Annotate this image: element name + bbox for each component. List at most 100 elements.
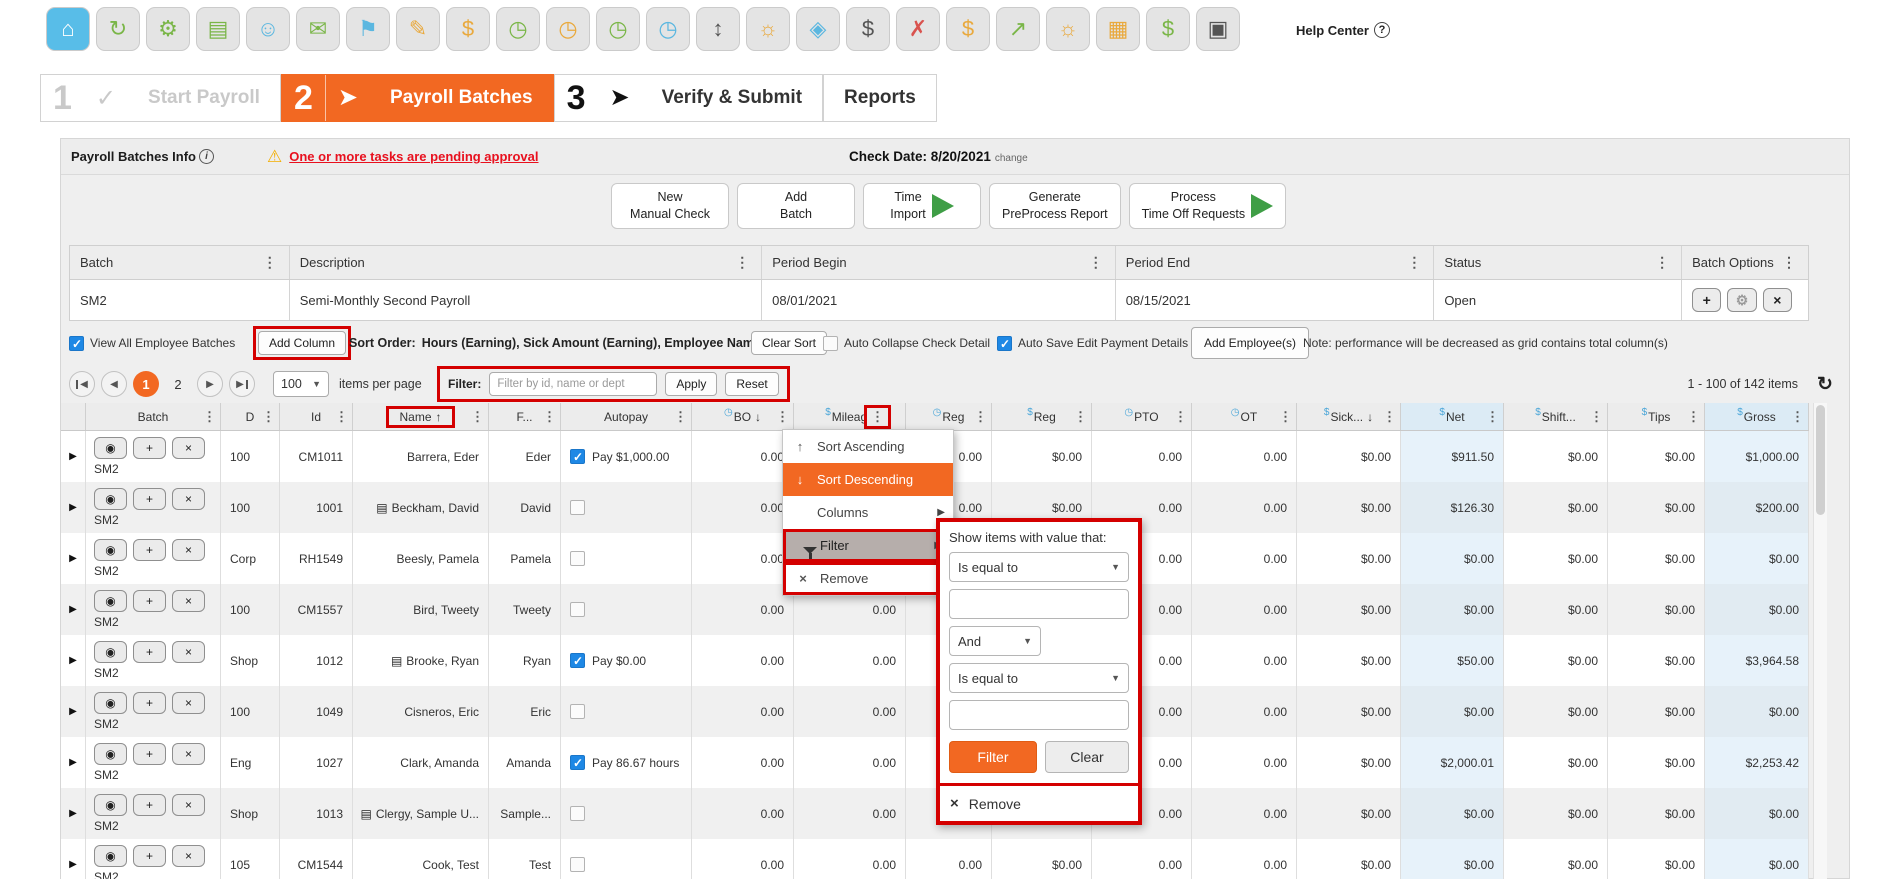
autopay-checkbox[interactable] bbox=[570, 500, 585, 515]
garnishment-icon[interactable]: $ bbox=[946, 7, 990, 51]
popup-clear-button[interactable]: Clear bbox=[1044, 741, 1129, 773]
add-check-icon[interactable]: + bbox=[133, 692, 166, 714]
autopay-checkbox[interactable] bbox=[570, 755, 585, 770]
grid-header-menu-icon-mileage[interactable]: ⋮ bbox=[864, 404, 891, 429]
team-messages-icon[interactable]: ✉ bbox=[296, 7, 340, 51]
grid-header-menu-icon-autopay[interactable]: ⋮ bbox=[671, 409, 690, 425]
time-import-button[interactable]: Time Import bbox=[863, 183, 981, 229]
menu-item-filter[interactable]: Filter▶ bbox=[783, 529, 953, 562]
scrollbar-thumb[interactable] bbox=[1816, 405, 1825, 515]
tab-start-payroll[interactable]: 1 ✓ Start Payroll bbox=[40, 74, 281, 122]
pending-approval-warning-link[interactable]: One or more tasks are pending approval bbox=[289, 149, 538, 164]
grid-header-menu-icon-sick[interactable]: ⋮ bbox=[1380, 409, 1399, 425]
add-check-icon[interactable]: + bbox=[133, 437, 166, 459]
gift-icon[interactable]: ▣ bbox=[1196, 7, 1240, 51]
popup-filter-button[interactable]: Filter bbox=[949, 741, 1037, 773]
batch-header-menu-icon[interactable]: ⋮ bbox=[1405, 254, 1423, 271]
next-page-button[interactable]: ▶ bbox=[197, 371, 223, 397]
employee-search-icon[interactable]: ☺ bbox=[246, 7, 290, 51]
direct-deposit-icon[interactable]: $ bbox=[1146, 7, 1190, 51]
home-icon[interactable]: ⌂ bbox=[46, 7, 90, 51]
grid-header-menu-icon-regh[interactable]: ⋮ bbox=[971, 409, 990, 425]
grid-header-menu-icon-pto[interactable]: ⋮ bbox=[1171, 409, 1190, 425]
grid-header-menu-icon-name[interactable]: ⋮ bbox=[468, 409, 487, 425]
page-size-select[interactable]: 100 ▼ bbox=[273, 371, 329, 397]
pay-check-icon[interactable]: $ bbox=[846, 7, 890, 51]
expand-row-icon[interactable]: ▶ bbox=[69, 604, 77, 615]
expand-row-icon[interactable]: ▶ bbox=[69, 757, 77, 768]
grid-header-menu-icon-ot[interactable]: ⋮ bbox=[1276, 409, 1295, 425]
training-icon[interactable]: ☼ bbox=[1046, 7, 1090, 51]
grid-vertical-scrollbar[interactable] bbox=[1813, 403, 1827, 879]
add-check-icon[interactable]: + bbox=[133, 488, 166, 510]
view-check-icon[interactable]: ◉ bbox=[94, 794, 127, 816]
grid-header-menu-icon-shift[interactable]: ⋮ bbox=[1587, 409, 1606, 425]
add-check-icon[interactable]: + bbox=[133, 539, 166, 561]
grid-header-menu-icon-batch[interactable]: ⋮ bbox=[200, 409, 219, 425]
add-column-button[interactable]: Add Column bbox=[258, 331, 347, 355]
autopay-checkbox[interactable] bbox=[570, 449, 585, 464]
view-check-icon[interactable]: ◉ bbox=[94, 641, 127, 663]
batch-add-icon[interactable]: + bbox=[1692, 288, 1722, 312]
batch-settings-icon[interactable]: ⚙ bbox=[1727, 288, 1757, 312]
expand-row-icon[interactable]: ▶ bbox=[69, 655, 77, 666]
refresh-icon[interactable]: ↻ bbox=[1817, 373, 1833, 396]
org-chart-icon[interactable]: ⚑ bbox=[346, 7, 390, 51]
time-team-icon[interactable]: ◷ bbox=[646, 7, 690, 51]
tab-reports[interactable]: Reports bbox=[823, 74, 937, 122]
filter-value1-input[interactable] bbox=[949, 589, 1129, 619]
delete-check-icon[interactable]: × bbox=[172, 539, 205, 561]
batch-header-menu-icon[interactable]: ⋮ bbox=[733, 254, 751, 271]
autopay-checkbox[interactable] bbox=[570, 704, 585, 719]
employee-transfer-icon[interactable]: ↕ bbox=[696, 7, 740, 51]
menu-item-remove[interactable]: × Remove bbox=[783, 562, 953, 595]
add-check-icon[interactable]: + bbox=[133, 590, 166, 612]
menu-item-sort-ascending[interactable]: ↑ Sort Ascending bbox=[783, 430, 953, 463]
autopay-checkbox[interactable] bbox=[570, 602, 585, 617]
delete-check-icon[interactable]: × bbox=[172, 641, 205, 663]
employee-termination-icon[interactable]: ✗ bbox=[896, 7, 940, 51]
tab-verify-submit[interactable]: 3 ➤ Verify & Submit bbox=[553, 74, 824, 122]
autopay-checkbox[interactable] bbox=[570, 857, 585, 872]
delete-check-icon[interactable]: × bbox=[172, 692, 205, 714]
tab-payroll-batches[interactable]: 2 ➤ Payroll Batches bbox=[280, 74, 554, 122]
generate-preprocess-report-button[interactable]: Generate PreProcess Report bbox=[989, 183, 1121, 229]
filter-logic-select[interactable]: And ▼ bbox=[949, 626, 1041, 656]
previous-page-button[interactable]: ◀ bbox=[101, 371, 127, 397]
expand-row-icon[interactable]: ▶ bbox=[69, 451, 77, 462]
pay-schedule-icon[interactable]: ◷ bbox=[546, 7, 590, 51]
auto-save-edit-payment-details-checkbox[interactable] bbox=[997, 335, 1012, 351]
employee-idea-icon[interactable]: ☼ bbox=[746, 7, 790, 51]
process-time-off-requests-button[interactable]: Process Time Off Requests bbox=[1128, 183, 1287, 229]
money-bag-icon[interactable]: $ bbox=[446, 7, 490, 51]
add-check-icon[interactable]: + bbox=[133, 794, 166, 816]
filter-reset-button[interactable]: Reset bbox=[725, 372, 779, 396]
menu-item-sort-descending[interactable]: ↓ Sort Descending bbox=[783, 463, 953, 496]
view-check-icon[interactable]: ◉ bbox=[94, 743, 127, 765]
help-center-link[interactable]: Help Center ? bbox=[1296, 22, 1390, 38]
benefits-enroll-icon[interactable]: ▦ bbox=[1096, 7, 1140, 51]
menu-item-columns[interactable]: Columns ▶ bbox=[783, 496, 953, 529]
view-all-employee-batches-checkbox[interactable] bbox=[69, 335, 84, 351]
grid-header-menu-icon-net[interactable]: ⋮ bbox=[1483, 409, 1502, 425]
benefits-shield-icon[interactable]: ◈ bbox=[796, 7, 840, 51]
batch-header-menu-icon[interactable]: ⋮ bbox=[1780, 254, 1798, 271]
add-check-icon[interactable]: + bbox=[133, 743, 166, 765]
filter-value2-input[interactable] bbox=[949, 700, 1129, 730]
batch-header-menu-icon[interactable]: ⋮ bbox=[1653, 254, 1671, 271]
time-approval-icon[interactable]: ◷ bbox=[496, 7, 540, 51]
document-edit-icon[interactable]: ✎ bbox=[396, 7, 440, 51]
expand-row-icon[interactable]: ▶ bbox=[69, 706, 77, 717]
filter-apply-button[interactable]: Apply bbox=[665, 372, 718, 396]
add-check-icon[interactable]: + bbox=[133, 641, 166, 663]
view-check-icon[interactable]: ◉ bbox=[94, 539, 127, 561]
view-check-icon[interactable]: ◉ bbox=[94, 590, 127, 612]
grid-header-menu-icon-dept[interactable]: ⋮ bbox=[259, 409, 278, 425]
add-batch-button[interactable]: Add Batch bbox=[737, 183, 855, 229]
delete-check-icon[interactable]: × bbox=[172, 488, 205, 510]
expand-row-icon[interactable]: ▶ bbox=[69, 553, 77, 564]
autopay-checkbox[interactable] bbox=[570, 551, 585, 566]
add-employees-button[interactable]: Add Employee(s) bbox=[1191, 327, 1310, 359]
batch-delete-icon[interactable]: × bbox=[1762, 288, 1792, 312]
new-manual-check-button[interactable]: New Manual Check bbox=[611, 183, 729, 229]
